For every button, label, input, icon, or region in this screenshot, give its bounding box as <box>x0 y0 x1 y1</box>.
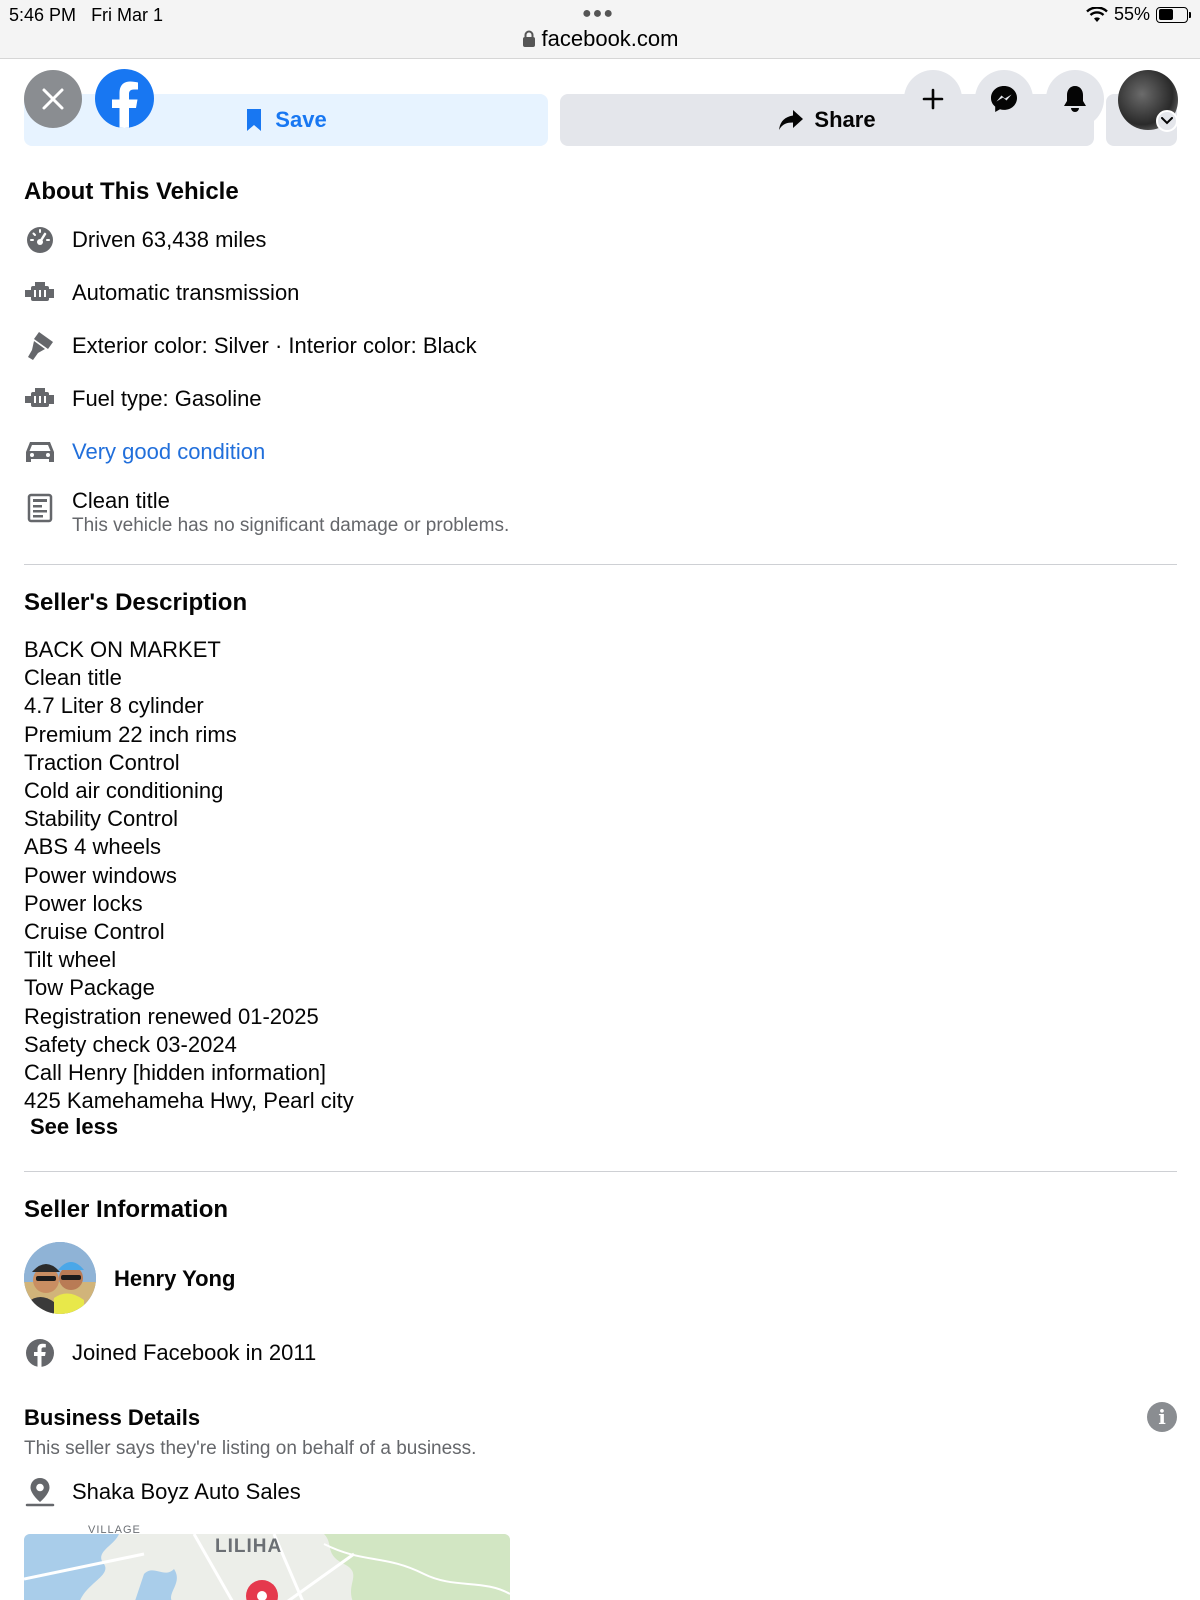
description-line: Tow Package <box>24 975 155 1001</box>
battery-icon <box>1156 6 1191 23</box>
info-icon[interactable]: i <box>1147 1402 1177 1432</box>
seller-joined-row: Joined Facebook in 2011 <box>24 1337 316 1369</box>
engine-icon <box>24 383 56 415</box>
business-details-heading: Business Details <box>24 1405 201 1430</box>
facebook-f-icon <box>111 81 138 128</box>
description-line: 425 Kamehameha Hwy, Pearl city <box>24 1088 354 1114</box>
paint-brush-icon <box>24 330 56 362</box>
messenger-icon <box>991 86 1017 112</box>
seller-name-link[interactable]: Henry Yong <box>114 1266 235 1292</box>
seller-avatar[interactable] <box>24 1242 96 1314</box>
business-details-subtext: This seller says they're listing on beha… <box>24 1438 477 1459</box>
notifications-button[interactable] <box>1046 70 1104 128</box>
save-label: Save <box>275 107 327 132</box>
description-line: ABS 4 wheels <box>24 834 161 860</box>
seller-description-heading: Seller's Description <box>24 589 248 616</box>
map-label-liliha: LILIHA <box>215 1536 283 1557</box>
vehicle-detail-text: Clean title <box>72 488 170 513</box>
plus-icon <box>922 88 944 110</box>
vehicle-detail-fuel: Fuel type: Gasoline <box>24 383 262 415</box>
joined-text: Joined Facebook in 2011 <box>72 1340 317 1365</box>
description-line: Power locks <box>24 890 143 916</box>
status-indicators: 55% <box>1086 4 1191 25</box>
description-line: Premium 22 inch rims <box>24 721 237 747</box>
vehicle-detail-mileage: Driven 63,438 miles <box>24 224 266 256</box>
business-name: Shaka Boyz Auto Sales <box>72 1479 301 1504</box>
description-line: Stability Control <box>24 806 179 832</box>
facebook-logo[interactable] <box>95 69 154 128</box>
browser-status-bar: 5:46 PM Fri Mar 1 ●●● 55% facebook.com <box>0 0 1200 59</box>
create-button[interactable] <box>904 70 962 128</box>
section-divider <box>24 1171 1177 1172</box>
wifi-icon <box>1086 6 1108 22</box>
bell-icon <box>1064 86 1086 112</box>
see-less-link[interactable]: See less <box>30 1114 118 1140</box>
description-line: Call Henry [hidden information] <box>24 1060 327 1086</box>
description-line: Traction Control <box>24 749 180 775</box>
car-icon <box>24 436 56 468</box>
document-icon <box>24 492 56 524</box>
description-line: Tilt wheel <box>24 947 117 973</box>
seller-info-heading: Seller Information <box>24 1196 229 1223</box>
vehicle-detail-text: Exterior color: Silver · Interior color:… <box>72 333 477 358</box>
vehicle-detail-text: Automatic transmission <box>72 280 300 305</box>
battery-percent: 55% <box>1113 4 1150 24</box>
lock-icon <box>522 30 535 47</box>
status-time: 5:46 PM Fri Mar 1 <box>9 5 164 25</box>
vehicle-detail-condition[interactable]: Very good condition <box>24 436 265 468</box>
account-menu-button[interactable] <box>1156 110 1178 132</box>
description-line: Safety check 03-2024 <box>24 1031 237 1057</box>
description-line: Power windows <box>24 862 177 888</box>
description-line: Cold air conditioning <box>24 778 224 804</box>
vehicle-detail-color: Exterior color: Silver · Interior color:… <box>24 330 477 362</box>
share-arrow-icon <box>779 110 804 130</box>
business-name-row: Shaka Boyz Auto Sales <box>24 1476 301 1508</box>
close-button[interactable] <box>24 70 82 128</box>
chevron-down-icon <box>1161 117 1173 125</box>
messenger-button[interactable] <box>975 70 1033 128</box>
description-line: 4.7 Liter 8 cylinder <box>24 693 204 719</box>
vehicle-detail-transmission: Automatic transmission <box>24 277 299 309</box>
clean-title-subtext: This vehicle has no significant damage o… <box>72 515 510 536</box>
share-label: Share <box>814 107 876 132</box>
bookmark-icon <box>247 109 262 131</box>
about-vehicle-heading: About This Vehicle <box>24 178 239 205</box>
location-pin-icon <box>24 1476 56 1508</box>
vehicle-detail-text: Driven 63,438 miles <box>72 227 267 252</box>
description-line: Registration renewed 01-2025 <box>24 1003 319 1029</box>
tab-dots-icon[interactable]: ●●● <box>582 5 614 23</box>
condition-link[interactable]: Very good condition <box>72 439 265 465</box>
seller-description-text: BACK ON MARKET Clean title 4.7 Liter 8 cyl… <box>24 636 354 1115</box>
description-line: BACK ON MARKET <box>24 637 221 662</box>
close-icon <box>42 88 64 110</box>
description-line: Clean title <box>24 665 122 691</box>
address-bar[interactable]: facebook.com <box>0 26 1200 52</box>
facebook-circle-icon <box>24 1337 56 1369</box>
url-text: facebook.com <box>541 26 679 51</box>
vehicle-detail-text: Fuel type: Gasoline <box>72 386 262 411</box>
section-divider <box>24 564 1177 565</box>
description-line: Cruise Control <box>24 919 165 945</box>
map-label-village: VILLAGE <box>88 1524 141 1536</box>
engine-icon <box>24 277 56 309</box>
speedometer-icon <box>24 224 56 256</box>
